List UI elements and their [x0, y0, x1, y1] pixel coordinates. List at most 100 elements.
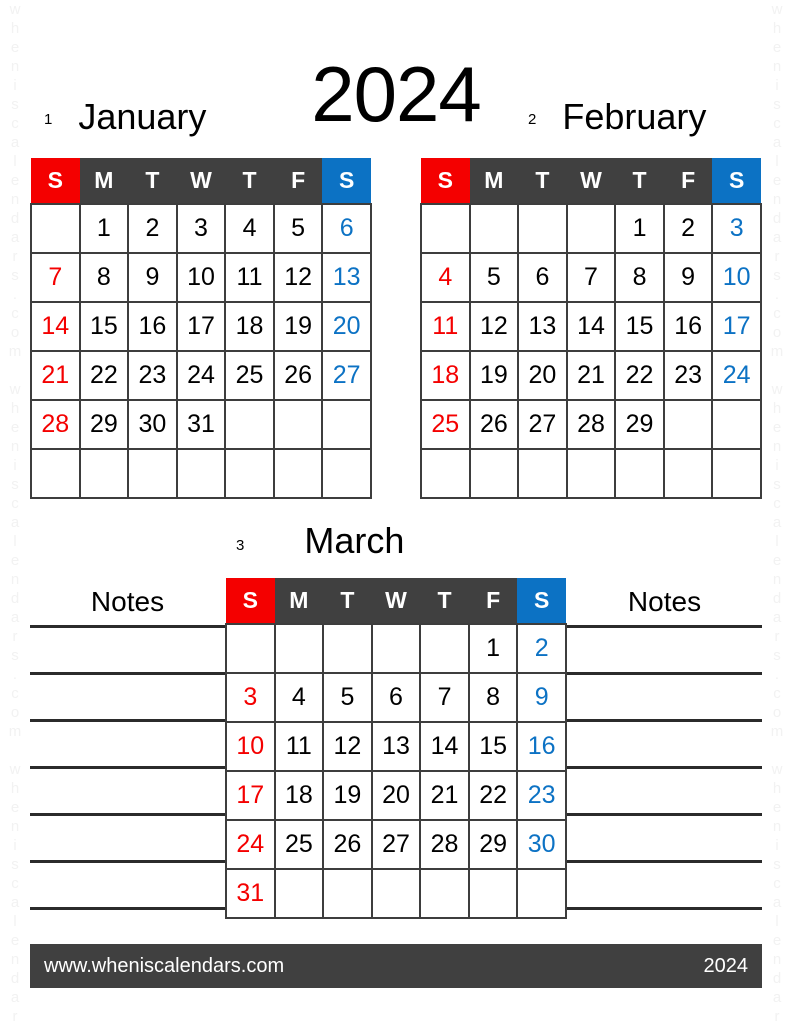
calendar-day-cell[interactable]: 10 — [711, 252, 762, 303]
calendar-day-cell[interactable]: 20 — [517, 350, 568, 401]
calendar-day-cell[interactable]: 26 — [468, 399, 520, 450]
calendar-day-cell-empty[interactable] — [30, 203, 81, 254]
calendar-day-cell[interactable]: 5 — [272, 203, 324, 254]
calendar-day-cell-empty[interactable] — [517, 203, 568, 254]
calendar-day-cell[interactable]: 4 — [224, 203, 275, 254]
calendar-day-cell-empty[interactable] — [78, 448, 130, 499]
calendar-day-cell-empty[interactable] — [127, 448, 178, 499]
calendar-day-cell[interactable]: 25 — [273, 819, 325, 870]
calendar-day-cell[interactable]: 3 — [225, 672, 276, 723]
calendar-day-cell-empty[interactable] — [224, 448, 275, 499]
calendar-day-cell[interactable]: 21 — [565, 350, 617, 401]
calendar-day-cell[interactable]: 9 — [127, 252, 178, 303]
calendar-day-cell[interactable]: 24 — [175, 350, 227, 401]
notes-line[interactable] — [567, 719, 762, 766]
calendar-day-cell-empty[interactable] — [370, 623, 422, 674]
notes-line[interactable] — [567, 813, 762, 860]
calendar-day-cell-empty[interactable] — [224, 399, 275, 450]
calendar-day-cell[interactable]: 4 — [273, 672, 325, 723]
calendar-day-cell[interactable]: 25 — [420, 399, 471, 450]
calendar-day-cell-empty[interactable] — [467, 868, 519, 919]
calendar-day-cell-empty[interactable] — [273, 868, 325, 919]
calendar-day-cell[interactable]: 15 — [467, 721, 519, 772]
calendar-day-cell[interactable]: 26 — [272, 350, 324, 401]
calendar-day-cell[interactable]: 14 — [419, 721, 470, 772]
notes-line[interactable] — [30, 625, 225, 672]
calendar-day-cell[interactable]: 2 — [516, 623, 567, 674]
calendar-day-cell[interactable]: 6 — [321, 203, 372, 254]
notes-line[interactable] — [30, 860, 225, 907]
calendar-day-cell[interactable]: 28 — [565, 399, 617, 450]
calendar-day-cell[interactable]: 4 — [420, 252, 471, 303]
calendar-day-cell-empty[interactable] — [711, 399, 762, 450]
calendar-day-cell-empty[interactable] — [565, 203, 617, 254]
calendar-day-cell[interactable]: 23 — [662, 350, 714, 401]
calendar-day-cell[interactable]: 2 — [662, 203, 714, 254]
calendar-day-cell[interactable]: 10 — [175, 252, 227, 303]
calendar-day-cell[interactable]: 11 — [273, 721, 325, 772]
calendar-day-cell-empty[interactable] — [662, 448, 714, 499]
calendar-day-cell-empty[interactable] — [662, 399, 714, 450]
calendar-day-cell-empty[interactable] — [419, 623, 470, 674]
calendar-day-cell[interactable]: 21 — [419, 770, 470, 821]
notes-line[interactable] — [30, 813, 225, 860]
calendar-day-cell[interactable]: 16 — [516, 721, 567, 772]
calendar-day-cell-empty[interactable] — [420, 448, 471, 499]
calendar-day-cell[interactable]: 20 — [370, 770, 422, 821]
calendar-day-cell[interactable]: 16 — [127, 301, 178, 352]
calendar-day-cell-empty[interactable] — [711, 448, 762, 499]
notes-lines-left[interactable] — [30, 625, 225, 910]
calendar-day-cell[interactable]: 8 — [467, 672, 519, 723]
calendar-day-cell[interactable]: 22 — [614, 350, 665, 401]
calendar-day-cell-empty[interactable] — [30, 448, 81, 499]
calendar-day-cell-empty[interactable] — [273, 623, 325, 674]
calendar-day-cell[interactable]: 18 — [273, 770, 325, 821]
calendar-day-cell-empty[interactable] — [565, 448, 617, 499]
calendar-day-cell[interactable]: 3 — [711, 203, 762, 254]
calendar-day-cell-empty[interactable] — [419, 868, 470, 919]
calendar-day-cell[interactable]: 31 — [175, 399, 227, 450]
calendar-day-cell[interactable]: 6 — [370, 672, 422, 723]
calendar-day-cell-empty[interactable] — [225, 623, 276, 674]
calendar-day-cell[interactable]: 15 — [614, 301, 665, 352]
calendar-day-cell-empty[interactable] — [370, 868, 422, 919]
calendar-day-cell[interactable]: 30 — [516, 819, 567, 870]
notes-line[interactable] — [30, 766, 225, 813]
calendar-day-cell-empty[interactable] — [468, 448, 520, 499]
calendar-day-cell-empty[interactable] — [322, 623, 373, 674]
calendar-day-cell[interactable]: 29 — [614, 399, 665, 450]
calendar-day-cell[interactable]: 18 — [420, 350, 471, 401]
notes-line[interactable] — [30, 672, 225, 719]
calendar-day-cell[interactable]: 12 — [272, 252, 324, 303]
calendar-day-cell-empty[interactable] — [321, 448, 372, 499]
calendar-day-cell-empty[interactable] — [517, 448, 568, 499]
calendar-day-cell[interactable]: 27 — [370, 819, 422, 870]
calendar-day-cell[interactable]: 8 — [614, 252, 665, 303]
calendar-day-cell[interactable]: 5 — [322, 672, 373, 723]
calendar-day-cell[interactable]: 24 — [225, 819, 276, 870]
calendar-day-cell[interactable]: 8 — [78, 252, 130, 303]
calendar-day-cell[interactable]: 7 — [565, 252, 617, 303]
calendar-day-cell[interactable]: 17 — [225, 770, 276, 821]
calendar-day-cell[interactable]: 18 — [224, 301, 275, 352]
calendar-day-cell[interactable]: 11 — [420, 301, 471, 352]
calendar-day-cell[interactable]: 21 — [30, 350, 81, 401]
calendar-day-cell[interactable]: 1 — [614, 203, 665, 254]
calendar-day-cell[interactable]: 14 — [565, 301, 617, 352]
calendar-day-cell[interactable]: 23 — [516, 770, 567, 821]
calendar-day-cell[interactable]: 19 — [322, 770, 373, 821]
calendar-day-cell[interactable]: 9 — [662, 252, 714, 303]
calendar-day-cell[interactable]: 14 — [30, 301, 81, 352]
calendar-day-cell[interactable]: 10 — [225, 721, 276, 772]
calendar-day-cell[interactable]: 28 — [419, 819, 470, 870]
calendar-day-cell[interactable]: 25 — [224, 350, 275, 401]
calendar-day-cell[interactable]: 9 — [516, 672, 567, 723]
calendar-day-cell[interactable]: 29 — [467, 819, 519, 870]
calendar-day-cell[interactable]: 30 — [127, 399, 178, 450]
calendar-day-cell[interactable]: 12 — [468, 301, 520, 352]
calendar-day-cell[interactable]: 1 — [78, 203, 130, 254]
calendar-day-cell[interactable]: 16 — [662, 301, 714, 352]
calendar-day-cell[interactable]: 20 — [321, 301, 372, 352]
calendar-day-cell[interactable]: 23 — [127, 350, 178, 401]
calendar-day-cell[interactable]: 2 — [127, 203, 178, 254]
